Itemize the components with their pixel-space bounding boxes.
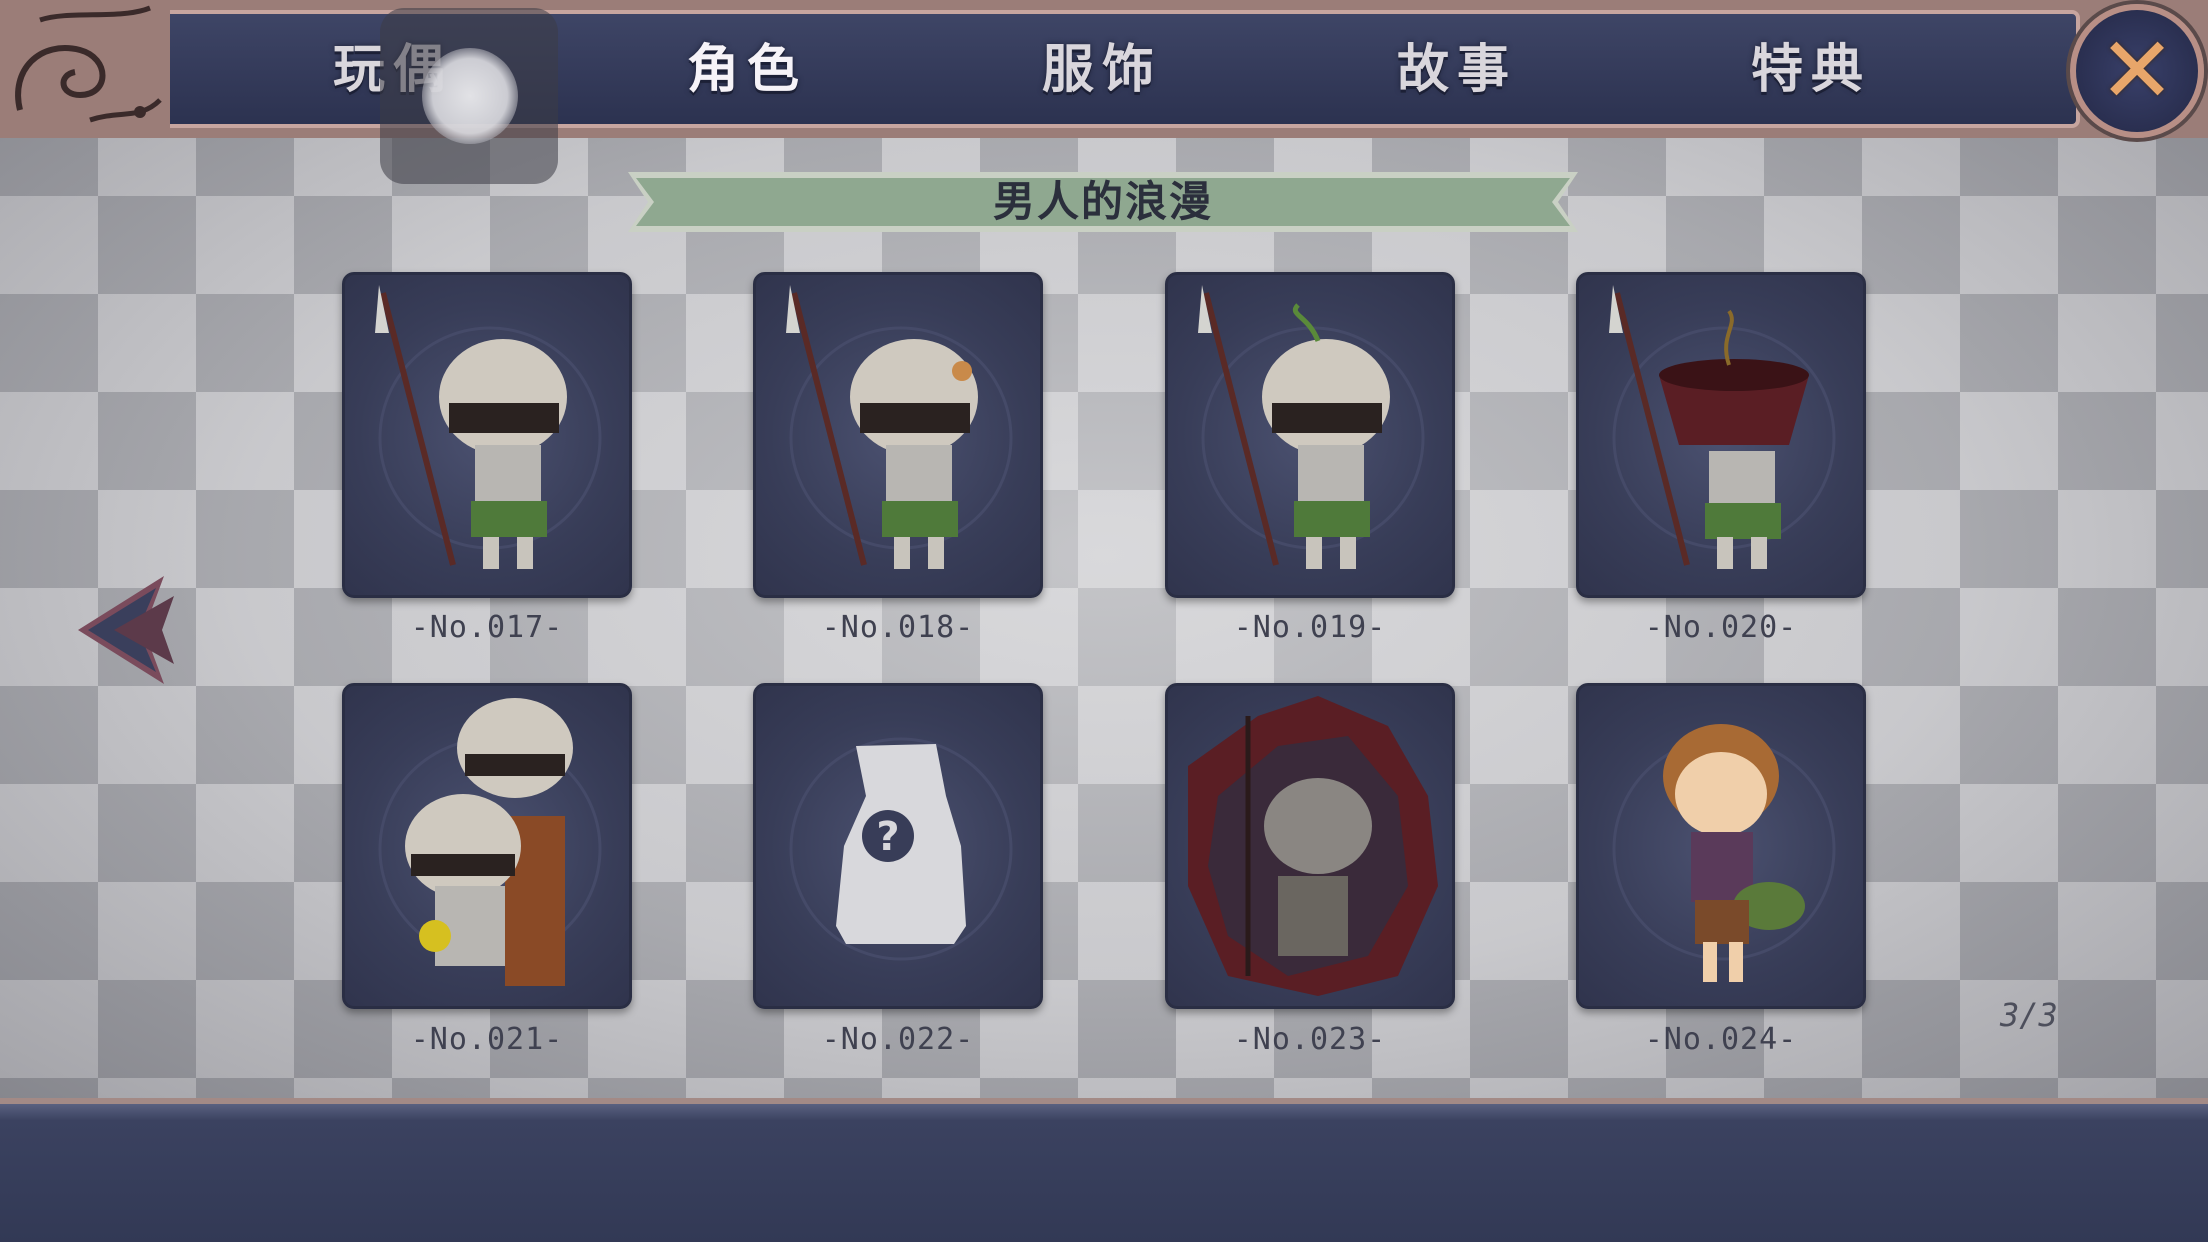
card-number-label: -No.020- — [1644, 610, 1798, 645]
section-banner: 男人的浪漫 — [628, 166, 1578, 238]
top-navigation: 玩偶 角色 服饰 故事 特典 — [0, 0, 2208, 138]
previous-page-arrow-icon[interactable] — [74, 574, 180, 686]
character-card-024[interactable] — [1576, 683, 1866, 1009]
svg-text:?: ? — [876, 814, 899, 860]
boy-with-bag-figure-icon — [1612, 724, 1836, 982]
spear-knight-figure-icon — [786, 285, 1013, 569]
close-icon: ✕ — [2098, 17, 2176, 124]
shattered-knight-figure-icon — [1188, 696, 1438, 996]
card-number-label: -No.018- — [821, 610, 975, 645]
tab-costumes[interactable]: 服饰 — [992, 30, 1212, 110]
close-button[interactable]: ✕ — [2070, 4, 2204, 138]
card-number-label: -No.021- — [410, 1022, 564, 1057]
character-card-022[interactable]: ? — [753, 683, 1043, 1009]
character-card-020[interactable] — [1576, 272, 1866, 598]
spear-knight-pot-figure-icon — [1609, 285, 1836, 569]
character-card-018[interactable] — [753, 272, 1043, 598]
tab-characters[interactable]: 角色 — [637, 30, 857, 110]
card-number-label: -No.022- — [821, 1022, 975, 1057]
touch-cursor-overlay — [380, 8, 558, 184]
two-knights-chair-figure-icon — [378, 698, 602, 986]
touch-cursor-icon — [422, 48, 518, 144]
page-indicator: 3/3 — [2000, 996, 2058, 1034]
character-card-019[interactable] — [1165, 272, 1455, 598]
card-number-label: -No.019- — [1233, 610, 1387, 645]
card-number-label: -No.023- — [1233, 1022, 1387, 1057]
card-number-label: -No.024- — [1644, 1022, 1798, 1057]
section-title: 男人的浪漫 — [992, 177, 1213, 226]
ornament-icon — [0, 0, 170, 138]
locked-unknown-figure-icon: ? — [789, 737, 1013, 961]
character-card-021[interactable] — [342, 683, 632, 1009]
spear-knight-figure-icon — [375, 285, 602, 569]
character-card-023[interactable] — [1165, 683, 1455, 1009]
tab-stories[interactable]: 故事 — [1347, 30, 1567, 110]
bottom-bar — [0, 1098, 2208, 1242]
spear-knight-sprout-figure-icon — [1198, 285, 1425, 569]
card-number-label: -No.017- — [410, 610, 564, 645]
tab-extras[interactable]: 特典 — [1701, 30, 1921, 110]
character-card-017[interactable] — [342, 272, 632, 598]
